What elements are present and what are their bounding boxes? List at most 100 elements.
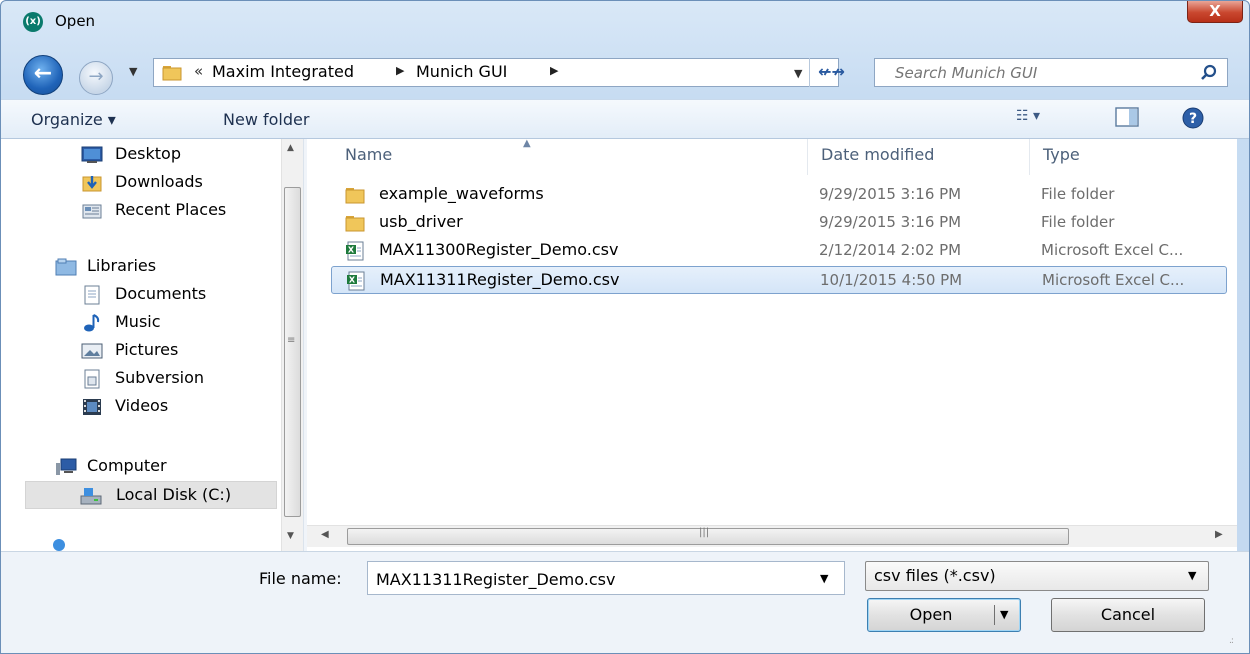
nav-item-label: Recent Places (115, 200, 227, 219)
scroll-down-arrow-icon[interactable]: ▼ (287, 531, 294, 541)
navigation-pane: Desktop Downloads Recent Places Librarie… (1, 139, 303, 551)
file-row[interactable]: example_waveforms 9/29/2015 3:16 PM File… (331, 181, 1227, 209)
search-icon[interactable] (1200, 64, 1218, 82)
address-bar[interactable]: « Maxim Integrated ▶ Munich GUI ▶ ▼ (153, 58, 839, 87)
file-row[interactable]: usb_driver 9/29/2015 3:16 PM File folder (331, 209, 1227, 237)
file-name: MAX11311Register_Demo.csv (380, 270, 620, 289)
nav-item-music[interactable]: Music (1, 309, 281, 337)
file-list: Name ▲ Date modified Type example_wavefo… (307, 138, 1237, 551)
nav-item-label: Videos (115, 396, 169, 415)
back-button[interactable]: ← (23, 55, 63, 95)
nav-item-libraries[interactable]: Libraries (1, 253, 281, 281)
subversion-icon (84, 369, 100, 389)
nav-item-subversion[interactable]: Subversion (1, 365, 281, 393)
breadcrumb-munich-gui[interactable]: Munich GUI (416, 62, 507, 81)
nav-item-computer[interactable]: Computer (1, 453, 281, 481)
nav-item-recent-places[interactable]: Recent Places (1, 197, 281, 225)
forward-button[interactable]: → (79, 61, 113, 95)
help-button[interactable]: ? (1181, 106, 1205, 134)
file-type-filter[interactable]: csv files (*.csv) ▼ (865, 561, 1209, 591)
arrow-right-icon: → (88, 66, 104, 87)
nav-item-pictures[interactable]: Pictures (1, 337, 281, 365)
scroll-up-arrow-icon[interactable]: ▲ (287, 143, 294, 153)
file-name-combobox[interactable]: ▼ (367, 561, 845, 595)
scroll-right-arrow-icon[interactable]: ▶ (1215, 529, 1223, 540)
nav-item-label: Local Disk (C:) (116, 485, 232, 504)
local-disk-icon (80, 488, 102, 505)
file-type: Microsoft Excel C... (1042, 271, 1185, 289)
organize-menu[interactable]: Organize ▾ (31, 110, 116, 129)
file-row-selected[interactable]: X MAX11311Register_Demo.csv 10/1/2015 4:… (331, 266, 1227, 294)
column-header-date[interactable]: Date modified (821, 145, 934, 164)
nav-item-downloads[interactable]: Downloads (1, 169, 281, 197)
preview-pane-icon (1115, 107, 1139, 127)
breadcrumb-separator-icon[interactable]: ▶ (396, 64, 404, 77)
nav-item-label: Desktop (115, 144, 181, 163)
nav-item-videos[interactable]: Videos (1, 393, 281, 421)
breadcrumb-separator-icon[interactable]: ▶ (550, 64, 558, 77)
csv-file-icon: X (346, 241, 364, 261)
libraries-icon (55, 258, 77, 276)
open-file-dialog: (x) Open X ← → ▼ « Maxim Integrated ▶ Mu… (0, 0, 1250, 654)
file-row[interactable]: X MAX11300Register_Demo.csv 2/12/2014 2:… (331, 237, 1227, 265)
file-date: 9/29/2015 3:16 PM (819, 213, 962, 231)
scrollbar-thumb[interactable] (284, 187, 301, 517)
nav-item-label: Subversion (115, 368, 205, 387)
dialog-footer: File name: ▼ csv files (*.csv) ▼ Open ▼ … (1, 551, 1249, 653)
scrollbar-grip-icon: ≡ (287, 335, 296, 346)
file-name-label: File name: (259, 569, 342, 588)
chevron-down-icon[interactable]: ▼ (820, 572, 828, 585)
close-button[interactable]: X (1187, 1, 1243, 23)
nav-item-documents[interactable]: Documents (1, 281, 281, 309)
file-name-input[interactable] (376, 568, 796, 590)
nav-item-label: Music (115, 312, 161, 331)
network-icon[interactable] (53, 539, 65, 551)
documents-icon (84, 285, 100, 305)
videos-icon (83, 399, 101, 415)
nav-item-label: Downloads (115, 172, 203, 191)
file-date: 2/12/2014 2:02 PM (819, 241, 962, 259)
view-options-icon[interactable]: ☷ ▾ (1016, 108, 1040, 124)
column-separator[interactable] (1029, 139, 1030, 175)
desktop-icon (81, 146, 103, 163)
sort-ascending-icon: ▲ (523, 138, 531, 149)
recent-locations-dropdown[interactable]: ▼ (129, 65, 143, 79)
file-date: 10/1/2015 4:50 PM (820, 271, 963, 289)
open-button-label: Open (909, 605, 953, 624)
arrow-left-icon: ← (33, 61, 53, 86)
file-name: MAX11300Register_Demo.csv (379, 240, 619, 259)
new-folder-button[interactable]: New folder (223, 110, 309, 129)
file-type: File folder (1041, 213, 1115, 231)
file-name: example_waveforms (379, 184, 544, 203)
help-icon: ? (1182, 107, 1204, 129)
scroll-left-arrow-icon[interactable]: ◀ (321, 529, 329, 540)
preview-pane-button[interactable] (1115, 106, 1139, 132)
column-header-type[interactable]: Type (1043, 145, 1080, 164)
open-options-arrow-icon[interactable]: ▼ (1000, 599, 1008, 631)
nav-item-label: Documents (115, 284, 207, 303)
refresh-button[interactable]: ↚↛ (809, 58, 853, 87)
cancel-button[interactable]: Cancel (1051, 598, 1205, 632)
file-date: 9/29/2015 3:16 PM (819, 185, 962, 203)
open-button[interactable]: Open ▼ (867, 598, 1021, 632)
window-title: Open (55, 12, 96, 30)
horizontal-scrollbar[interactable]: ◀ ||| ▶ (307, 525, 1237, 547)
app-logo-icon: (x) (23, 12, 43, 32)
address-overflow-button[interactable]: « (194, 62, 203, 80)
address-dropdown-icon[interactable]: ▼ (794, 67, 802, 80)
chevron-down-icon: ▼ (129, 65, 138, 78)
navigation-scrollbar[interactable]: ▲ ≡ ▼ (281, 139, 303, 551)
resize-grip-icon[interactable]: .: (1229, 636, 1234, 646)
search-box[interactable] (874, 58, 1228, 87)
nav-item-local-disk[interactable]: Local Disk (C:) (25, 481, 277, 509)
computer-icon (56, 458, 77, 475)
recent-places-icon (82, 204, 102, 219)
search-input[interactable] (895, 62, 1185, 83)
breadcrumb-maxim-integrated[interactable]: Maxim Integrated (212, 62, 354, 81)
folder-icon (162, 66, 182, 81)
column-header-name[interactable]: Name (345, 145, 392, 164)
title-bar: (x) Open X (1, 1, 1249, 43)
column-separator[interactable] (807, 139, 808, 175)
nav-item-desktop[interactable]: Desktop (1, 141, 281, 169)
chevron-down-icon: ▼ (1188, 569, 1197, 582)
